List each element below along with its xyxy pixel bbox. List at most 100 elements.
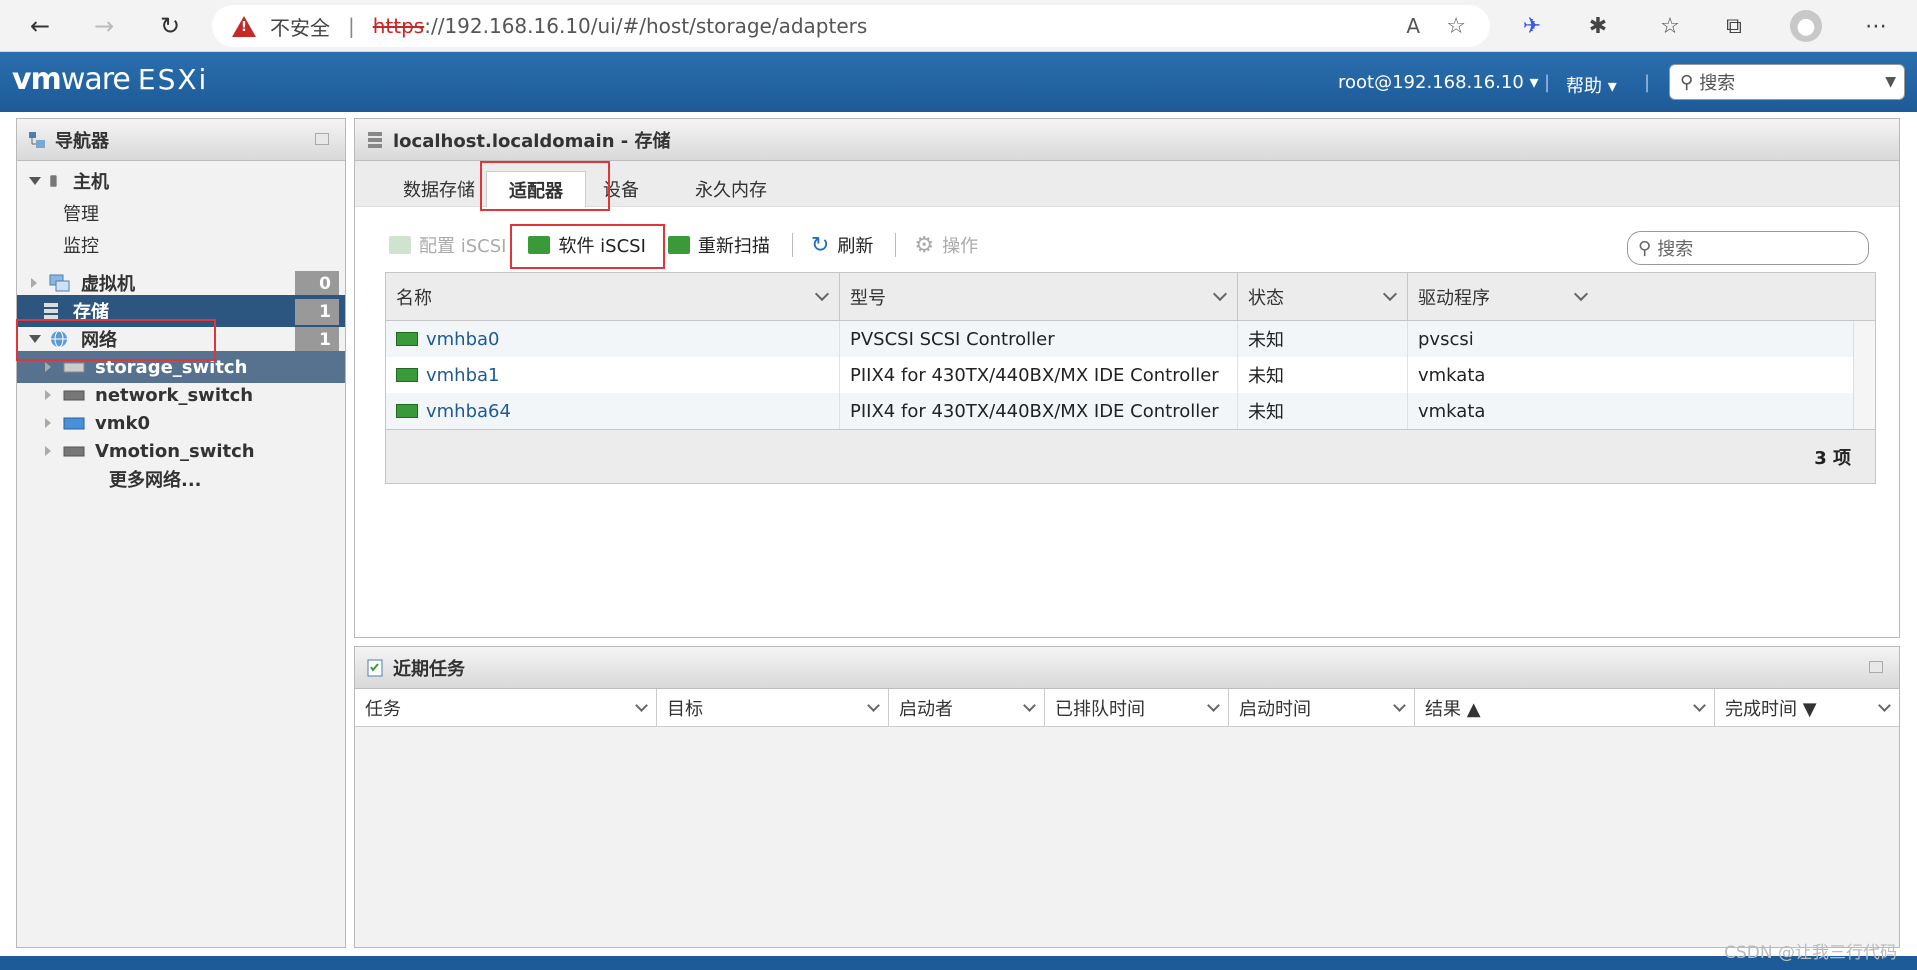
nav-host[interactable]: 主机 (17, 165, 345, 197)
chevron-down-icon (867, 699, 880, 712)
user-menu[interactable]: root@192.168.16.10 ▾ (1338, 72, 1539, 93)
refresh-button[interactable]: ↻ 刷新 (811, 232, 873, 258)
help-menu[interactable]: 帮助 ▾ (1566, 72, 1617, 98)
expand-icon[interactable] (45, 362, 51, 372)
toolbar-separator (791, 233, 793, 257)
adapter-name-link[interactable]: vmhba0 (426, 329, 500, 350)
expand-icon[interactable] (31, 278, 37, 288)
chevron-down-icon[interactable]: ▼ (1885, 74, 1896, 90)
adapter-status: 未知 (1238, 357, 1408, 393)
bottom-bar (0, 956, 1917, 970)
vm-icon (49, 274, 70, 292)
column-header-initiator[interactable]: 启动者 (889, 689, 1045, 727)
address-bar[interactable]: 不安全 | https ://192.168.16.10/ui/#/host/s… (212, 5, 1490, 47)
search-icon: ⚲ (1638, 237, 1652, 259)
nav-monitor[interactable]: 监控 (17, 229, 345, 261)
recent-tasks-title: 近期任务 (355, 647, 1899, 689)
chevron-down-icon (1207, 699, 1220, 712)
column-header-name[interactable]: 名称 (386, 273, 840, 321)
chevron-down-icon (1023, 699, 1036, 712)
collections-icon[interactable]: ⧉ (1718, 10, 1750, 42)
url-separator: | (348, 14, 355, 38)
collapse-panel-icon[interactable] (315, 133, 329, 145)
content-title: localhost.localdomain - 存储 (355, 119, 1899, 161)
navigator-icon (29, 131, 45, 148)
expand-icon[interactable] (45, 446, 51, 456)
chevron-down-icon (814, 286, 830, 302)
extension-bird-icon[interactable]: ✈ (1516, 10, 1548, 42)
adapter-driver: vmkata (1418, 364, 1486, 386)
table-header: 名称 型号 状态 驱动程序 (386, 273, 1875, 321)
switch-icon (63, 390, 85, 401)
rescan-button[interactable]: 重新扫描 (667, 232, 770, 258)
table-row[interactable]: vmhba64 PIIX4 for 430TX/440BX/MX IDE Con… (386, 393, 1853, 429)
reload-icon[interactable]: ↻ (152, 8, 188, 44)
tasks-table-header: 任务 目标 启动者 已排队时间 启动时间 结果 ▲ 完成时间 ▼ (355, 689, 1899, 727)
more-menu-icon[interactable]: ⋯ (1860, 10, 1892, 42)
recent-tasks-panel: 近期任务 任务 目标 启动者 已排队时间 启动时间 结果 ▲ 完成时间 ▼ (354, 646, 1900, 948)
storage-count-badge: 1 (295, 299, 339, 325)
item-count: 3 项 (1814, 448, 1851, 469)
header-separator: | (1544, 72, 1551, 93)
table-scrollbar[interactable] (1853, 321, 1875, 429)
chevron-down-icon (1382, 286, 1398, 302)
column-header-target[interactable]: 目标 (657, 689, 889, 727)
navigator-title: 导航器 (17, 119, 345, 161)
adapter-name-link[interactable]: vmhba1 (426, 365, 500, 386)
column-header-driver[interactable]: 驱动程序 (1408, 273, 1598, 321)
column-header-queued-time[interactable]: 已排队时间 (1045, 689, 1229, 727)
rescan-icon (667, 236, 690, 254)
expand-icon[interactable] (45, 390, 51, 400)
column-header-start-time[interactable]: 启动时间 (1229, 689, 1415, 727)
expand-icon[interactable] (45, 418, 51, 428)
column-header-model[interactable]: 型号 (840, 273, 1238, 321)
favorite-star-icon[interactable]: ☆ (1446, 14, 1466, 39)
column-header-result[interactable]: 结果 ▲ (1415, 689, 1715, 727)
vmkernel-nic-icon (63, 417, 85, 430)
expand-icon[interactable] (29, 177, 41, 185)
search-icon: ⚲ (1680, 71, 1694, 93)
nav-more-networks[interactable]: 更多网络... (17, 463, 345, 495)
network-count-badge: 1 (295, 327, 339, 353)
table-row[interactable]: vmhba0 PVSCSI SCSI Controller 未知 pvscsi (386, 321, 1853, 357)
column-header-completion-time[interactable]: 完成时间 ▼ (1715, 689, 1899, 727)
refresh-icon: ↻ (810, 232, 830, 258)
profile-avatar-icon[interactable]: ● (1790, 10, 1822, 42)
chevron-down-icon (1693, 699, 1706, 712)
iscsi-icon (389, 236, 411, 254)
host-icon (50, 175, 57, 187)
adapter-search-input[interactable]: ⚲ 搜索 (1627, 231, 1869, 265)
chevron-down-icon (1573, 286, 1589, 302)
adapters-table: 名称 型号 状态 驱动程序 vmhba0 PVSCSI SCSI Control… (385, 272, 1876, 484)
header-search-input[interactable]: ⚲ 搜索 ▼ (1669, 64, 1905, 100)
adapter-status: 未知 (1238, 393, 1408, 429)
adapter-driver: pvscsi (1418, 328, 1474, 350)
read-aloud-icon[interactable]: A (1406, 14, 1420, 38)
tab-persistent-memory[interactable]: 永久内存 (671, 171, 791, 207)
actions-button[interactable]: ⚙ 操作 (914, 232, 978, 258)
adapter-name-link[interactable]: vmhba64 (426, 401, 511, 422)
warning-icon (232, 15, 256, 37)
navigator-panel: 导航器 主机 管理 监控 虚拟机 0 存储 1 网络 1 storage_swi… (16, 118, 346, 948)
table-row[interactable]: vmhba1 PIIX4 for 430TX/440BX/MX IDE Cont… (386, 357, 1853, 393)
hba-icon (396, 332, 418, 346)
gear-icon: ⚙ (914, 232, 935, 258)
nav-manage[interactable]: 管理 (17, 197, 345, 229)
adapters-tab-highlight-box (480, 161, 610, 211)
favorites-list-icon[interactable]: ☆ (1654, 10, 1686, 42)
chevron-down-icon (635, 699, 648, 712)
task-list-icon (367, 659, 383, 676)
storage-highlight-box (16, 319, 216, 361)
switch-icon (63, 446, 85, 457)
forward-arrow-icon[interactable]: → (86, 8, 122, 44)
back-arrow-icon[interactable]: ← (22, 8, 58, 44)
puzzle-icon[interactable]: ✱ (1582, 10, 1614, 42)
adapter-driver: vmkata (1418, 400, 1486, 422)
url-scheme: https (372, 14, 425, 38)
collapse-panel-icon[interactable] (1869, 661, 1883, 673)
hba-icon (396, 368, 418, 382)
column-header-status[interactable]: 状态 (1238, 273, 1408, 321)
column-header-task[interactable]: 任务 (355, 689, 657, 727)
header-separator: | (1644, 72, 1651, 93)
configure-iscsi-button[interactable]: 配置 iSCSI (389, 232, 506, 258)
